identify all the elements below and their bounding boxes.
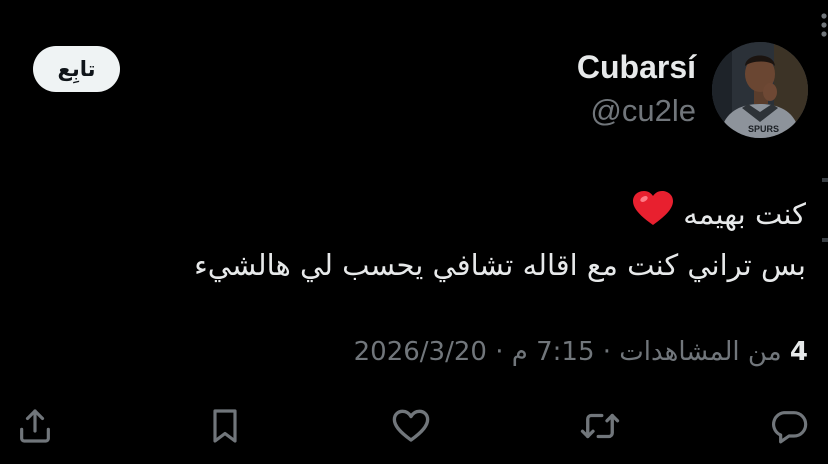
tweet-line-2: بس تراني كنت مع اقاله تشافي يحسب لي هالش… bbox=[194, 248, 806, 282]
like-icon bbox=[392, 409, 430, 442]
tweet-date[interactable]: 2026/3/20 bbox=[354, 337, 487, 367]
tweet-line-1-text: كنت بهيمه bbox=[683, 197, 806, 231]
avatar-image: SPURS bbox=[712, 42, 808, 138]
tweet-meta: 4 من المشاهدات · 7:15 م · 2026/3/20 bbox=[354, 337, 808, 367]
tweet-page: SPURS Cubarsí @cu2le تابِع كنت بهيمه بس … bbox=[0, 0, 828, 464]
tweet-views-count[interactable]: 4 bbox=[790, 337, 808, 367]
reply-button[interactable] bbox=[766, 403, 812, 449]
display-name[interactable]: Cubarsí bbox=[577, 49, 696, 86]
retweet-button[interactable] bbox=[577, 403, 623, 449]
edge-artifact bbox=[822, 178, 828, 182]
edge-artifact bbox=[822, 238, 828, 242]
avatar[interactable]: SPURS bbox=[712, 42, 808, 138]
like-button[interactable] bbox=[388, 403, 434, 449]
jersey-text: SPURS bbox=[748, 124, 779, 134]
share-icon bbox=[20, 409, 50, 443]
tweet-time[interactable]: 7:15 م bbox=[512, 337, 595, 367]
retweet-icon bbox=[580, 413, 620, 439]
tweet-text: كنت بهيمه بس تراني كنت مع اقاله تشافي يح… bbox=[194, 190, 806, 289]
tweet-line-1: كنت بهيمه bbox=[194, 190, 806, 241]
tweet-views-label: من المشاهدات bbox=[619, 337, 782, 367]
meta-separator: · bbox=[602, 337, 612, 367]
follow-button[interactable]: تابِع bbox=[33, 46, 120, 92]
user-handle[interactable]: @cu2le bbox=[590, 93, 696, 129]
meta-separator: · bbox=[495, 337, 504, 367]
bookmark-icon bbox=[213, 409, 237, 443]
more-options-icon[interactable] bbox=[814, 12, 828, 38]
reply-icon bbox=[772, 411, 808, 444]
share-button[interactable] bbox=[12, 403, 58, 449]
bookmark-button[interactable] bbox=[202, 403, 248, 449]
heart-emoji-icon bbox=[633, 191, 674, 241]
